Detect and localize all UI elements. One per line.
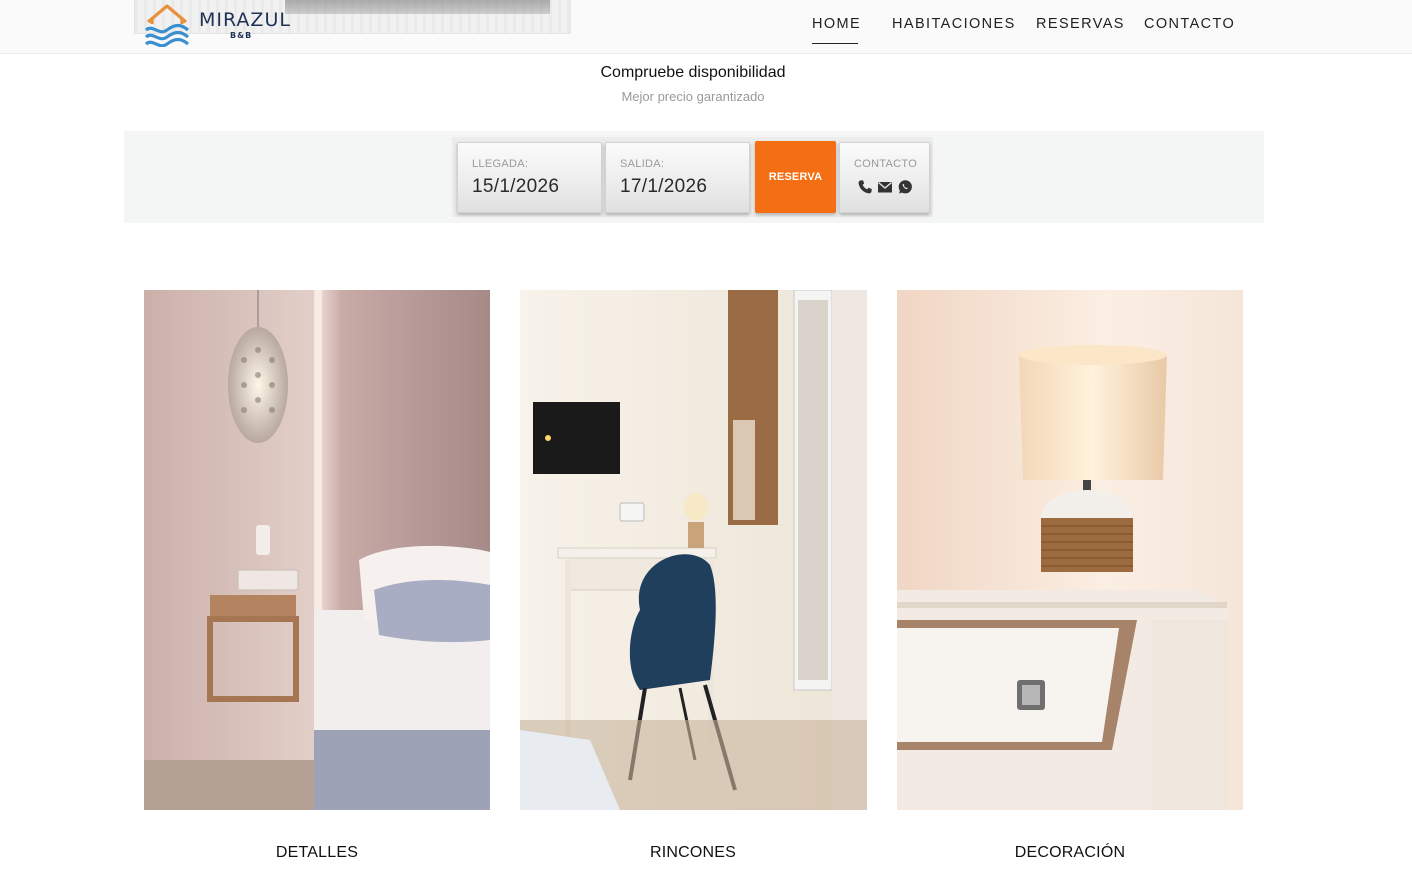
whatsapp-icon[interactable] [897,179,913,195]
arrival-value: 15/1/2026 [472,176,560,197]
departure-label: SALIDA: [620,158,665,170]
caption-rincones[interactable]: RINCONES [520,844,866,862]
logo-subtitle: B&B [230,31,253,40]
caption-decoracion[interactable]: DECORACIÓN [897,844,1243,862]
caption-detalles[interactable]: DETALLES [144,844,490,862]
contact-box: CONTACTO [839,142,930,213]
reserve-button[interactable]: RESERVA [755,141,836,213]
nav-home[interactable]: HOME [812,16,861,32]
photo-decoracion[interactable] [897,290,1243,810]
arrival-date-field[interactable]: LLEGADA: 15/1/2026 [457,142,602,213]
phone-icon[interactable] [857,179,873,195]
site-header: MIRAZUL B&B HOME HABITACIONES RESERVAS C… [0,0,1412,54]
nav-reservas[interactable]: RESERVAS [1036,16,1125,32]
departure-value: 17/1/2026 [620,176,708,197]
logo-house-wave-icon [145,4,190,47]
departure-date-field[interactable]: SALIDA: 17/1/2026 [605,142,750,213]
nav-habitaciones[interactable]: HABITACIONES [892,16,1016,32]
contact-label: CONTACTO [854,158,918,170]
photo-rincones[interactable] [520,290,867,810]
contact-icons [857,179,913,195]
nav-active-indicator [812,43,858,44]
site-logo[interactable]: MIRAZUL B&B [145,3,290,47]
arrival-label: LLEGADA: [472,158,529,170]
logo-name: MIRAZUL [199,9,291,31]
mail-icon[interactable] [877,179,893,195]
photo-detalles[interactable] [144,290,490,810]
nav-contacto[interactable]: CONTACTO [1144,16,1235,32]
availability-subtitle: Mejor precio garantizado [621,89,765,104]
availability-title: Compruebe disponibilidad [600,64,786,81]
